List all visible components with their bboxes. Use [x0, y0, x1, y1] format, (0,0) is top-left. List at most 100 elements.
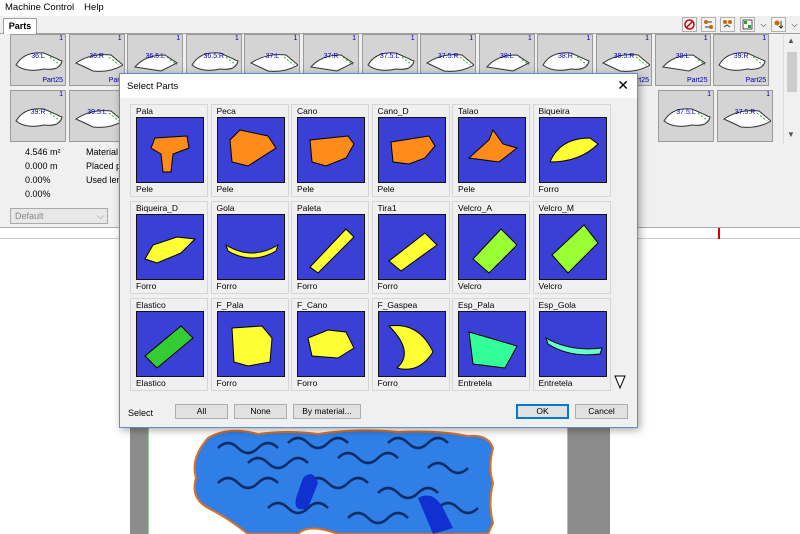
part-card-image[interactable] — [136, 311, 204, 377]
swap-alt-icon — [723, 20, 732, 28]
part-card-image[interactable] — [377, 117, 446, 183]
part-name: 37.5:R — [437, 53, 459, 60]
menu-help[interactable]: Help — [79, 0, 109, 16]
cancel-button[interactable]: Cancel — [575, 404, 628, 419]
part-card-image[interactable] — [458, 117, 526, 183]
part-card-image[interactable] — [538, 311, 607, 377]
part-card[interactable]: F_Gaspea Forro — [371, 298, 450, 391]
part-qty: 1 — [234, 35, 239, 42]
part-qty: 1 — [59, 35, 63, 42]
part-thumbnail[interactable]: 1 36:R Part — [68, 34, 125, 86]
swap-button[interactable] — [701, 17, 716, 32]
part-card-material: Pele — [297, 184, 315, 194]
part-card-material: Velcro — [538, 281, 563, 291]
part-card-title: Gola — [216, 203, 235, 213]
part-card-material: Pele — [216, 184, 234, 194]
part-card[interactable]: Biqueira Forro — [532, 104, 611, 197]
part-name: 36:L — [31, 53, 45, 60]
part-card[interactable]: Elastico Elastico — [130, 298, 208, 391]
part-card[interactable]: Gola Forro — [210, 201, 289, 294]
part-card-material: Forro — [377, 281, 398, 291]
label-material: Material l — [86, 147, 123, 157]
part-shape-icon — [550, 224, 599, 274]
sort-button[interactable] — [771, 17, 786, 32]
part-qty: 1 — [117, 35, 122, 42]
part-card[interactable]: Peca Pele — [210, 104, 289, 197]
sort-dropdown[interactable]: ⌵ — [787, 17, 800, 32]
part-card-material: Pele — [458, 184, 476, 194]
swap-alt-button[interactable] — [720, 17, 735, 32]
scroll-down-icon[interactable] — [614, 374, 626, 390]
part-card[interactable]: Velcro_M Velcro — [532, 201, 611, 294]
part-card-material: Forro — [377, 378, 398, 388]
part-card[interactable]: Biqueira_D Forro — [130, 201, 208, 294]
part-card-image[interactable] — [136, 214, 204, 280]
part-thumbnail[interactable]: 1 36:L Part25 — [10, 34, 66, 86]
part-thumbnail[interactable]: 1 39:R — [10, 90, 66, 142]
part-shape-icon — [548, 137, 599, 163]
stop-button[interactable] — [682, 17, 697, 32]
layout-button[interactable] — [740, 17, 755, 32]
part-card[interactable]: Talao Pele — [452, 104, 530, 197]
part-card-image[interactable] — [216, 311, 285, 377]
part-name: 38.5:R — [613, 53, 635, 60]
all-button[interactable]: All — [175, 404, 228, 419]
profile-select[interactable]: Default ⌵ — [10, 208, 108, 224]
part-card-image[interactable] — [297, 214, 365, 280]
part-thumbnail[interactable]: 1 37.5:R — [717, 90, 773, 142]
part-card-image[interactable] — [216, 214, 285, 280]
part-shape-icon — [722, 110, 771, 128]
scroll-down-icon[interactable]: ▼ — [787, 130, 795, 139]
parts-scrollbar[interactable]: ▲ ▼ — [783, 34, 800, 144]
layout-dropdown[interactable]: ⌵ — [756, 17, 771, 32]
ok-button[interactable]: OK — [516, 404, 569, 419]
part-card-material: Forro — [538, 184, 559, 194]
part-card[interactable]: Pala Pele — [130, 104, 208, 197]
part-thumbnail[interactable]: 1 39:R Part25 — [713, 34, 770, 86]
part-card-image[interactable] — [297, 117, 365, 183]
scroll-up-icon[interactable]: ▲ — [787, 36, 795, 45]
part-card[interactable]: Esp_Gola Entretela — [532, 298, 611, 391]
part-card-image[interactable] — [458, 214, 526, 280]
tab-parts[interactable]: Parts — [3, 18, 37, 34]
menu-machine-control[interactable]: Machine Control — [0, 0, 79, 16]
part-name: 36.5:L — [145, 53, 165, 60]
part-qty: 1 — [352, 35, 356, 42]
select-label: Select — [128, 408, 154, 418]
part-card[interactable]: F_Pala Forro — [210, 298, 289, 391]
part-card[interactable]: Cano Pele — [291, 104, 369, 197]
part-card-image[interactable] — [297, 311, 365, 377]
part-card[interactable]: Cano_D Pele — [371, 104, 450, 197]
part-name: 37.5:L — [379, 53, 400, 60]
scroll-thumb[interactable] — [787, 52, 797, 92]
part-card[interactable]: Tira1 Forro — [371, 201, 450, 294]
part-card-image[interactable] — [136, 117, 204, 183]
chevron-down-icon: ⌵ — [97, 211, 104, 221]
by-material-button[interactable]: By material... — [293, 404, 361, 419]
part-card-image[interactable] — [538, 214, 607, 280]
part-thumbnail[interactable]: 139.5:L — [69, 90, 125, 142]
part-qty: 1 — [645, 35, 649, 42]
none-button[interactable]: None — [234, 404, 287, 419]
part-qty: 1 — [762, 35, 767, 42]
part-card[interactable]: Paleta Forro — [291, 201, 369, 294]
part-card-image[interactable] — [377, 311, 446, 377]
part-card[interactable]: F_Cano Forro — [291, 298, 369, 391]
part-thumbnail[interactable]: 1 39:L Part25 — [654, 34, 711, 86]
part-card-image[interactable] — [216, 117, 285, 183]
part-card-material: Pele — [377, 184, 395, 194]
part-card-image[interactable] — [458, 311, 526, 377]
part-qty: 1 — [410, 35, 415, 42]
part-card[interactable]: Esp_Pala Entretela — [452, 298, 530, 391]
part-card[interactable]: Velcro_A Velcro — [452, 201, 530, 294]
part-shape-icon — [309, 228, 355, 274]
close-icon[interactable]: ✕ — [617, 78, 629, 92]
part-name: 39:R — [30, 109, 46, 116]
part-name: 36.5:R — [203, 53, 225, 60]
part-card-image[interactable] — [538, 117, 607, 183]
part-thumbnail[interactable]: 1 37.5:L — [658, 90, 714, 142]
part-card-image[interactable] — [377, 214, 446, 280]
part-card-material: Forro — [297, 378, 318, 388]
part-shape-icon — [307, 329, 355, 359]
part-card-material: Forro — [216, 378, 237, 388]
